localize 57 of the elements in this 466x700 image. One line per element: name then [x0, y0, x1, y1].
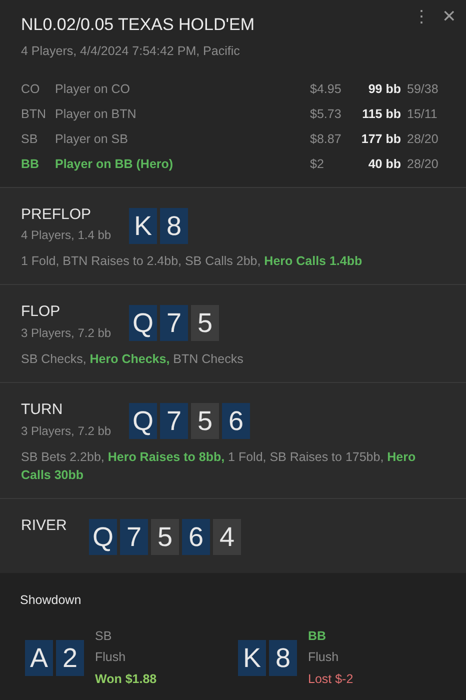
player-stack: $8.87	[310, 130, 342, 148]
playing-card: Q	[89, 518, 117, 555]
player-position: CO	[21, 80, 41, 98]
street-info: 4 Players, 1.4 bb	[21, 227, 112, 244]
player-bb-stack: 99 bb	[367, 80, 402, 98]
street-name: TURN	[21, 400, 64, 420]
player-bb-stack: 115 bb	[361, 106, 402, 123]
playing-card: Q	[129, 403, 157, 439]
playing-card: 7	[120, 518, 148, 555]
playing-card: K	[238, 640, 266, 676]
action-log: SB Bets 2.2bb, Hero Raises to 8bb, 1 Fold, SB Raises to 175bb, Hero Calls 30bb	[21, 448, 417, 484]
hand-summary: 4 Players, 4/4/2024 7:54:42 PM, Pacific	[21, 43, 241, 60]
street-info: 3 Players, 7.2 bb	[21, 324, 112, 342]
player-stats: 59/38	[406, 80, 440, 98]
player-bb-stack: 177 bb	[360, 130, 402, 148]
player-stats: 15/11	[406, 106, 438, 123]
player-position: SB	[95, 628, 113, 644]
hand-rank: Flush	[308, 649, 340, 666]
playing-card: 8	[269, 640, 297, 676]
playing-card: Q	[129, 305, 157, 342]
playing-card: 8	[160, 208, 188, 244]
player-bb-stack: 40 bb	[367, 156, 402, 173]
section-title: Showdown	[20, 592, 82, 609]
playing-card: 2	[56, 640, 84, 676]
player-stack: $2	[310, 156, 325, 173]
street-name: FLOP	[21, 302, 62, 322]
player-position: BB	[21, 156, 40, 173]
playing-card: 6	[182, 518, 210, 555]
player-stats: 28/20	[406, 130, 440, 148]
player-stack: $4.95	[310, 80, 342, 98]
street-name: RIVER	[21, 516, 68, 536]
street-name: PREFLOP	[21, 204, 92, 225]
playing-card: 5	[191, 305, 219, 342]
player-position: SB	[21, 130, 39, 148]
player-stack: $5.73	[310, 106, 342, 123]
player-position: BTN	[21, 106, 47, 123]
playing-card: 7	[160, 403, 188, 439]
player-name: Player on CO	[55, 80, 132, 98]
playing-card: 5	[191, 403, 219, 439]
playing-card: 7	[160, 305, 188, 342]
action-log: 1 Fold, BTN Raises to 2.4bb, SB Calls 2bb, Hero Calls 1.4bb	[21, 253, 364, 270]
hand-result: Lost $-2	[308, 671, 354, 688]
street-info: 3 Players, 7.2 bb	[21, 422, 112, 440]
playing-card: 5	[151, 518, 179, 555]
playing-card: 4	[213, 518, 241, 555]
player-stats: 28/20	[406, 156, 440, 173]
hand-result: Won $1.88	[95, 671, 157, 688]
playing-card: A	[25, 640, 53, 676]
player-position: BB	[308, 628, 328, 644]
action-log: SB Checks, Hero Checks, BTN Checks	[21, 350, 244, 368]
playing-card: K	[129, 208, 157, 244]
player-name: Player on BTN	[55, 106, 138, 123]
player-name: Player on SB	[55, 130, 129, 148]
window-title: NL0.02/0.05 TEXAS HOLD'EM	[21, 14, 254, 36]
playing-card: 6	[222, 403, 250, 439]
hand-rank: Flush	[95, 649, 127, 666]
player-name: Player on BB (Hero)	[55, 156, 174, 173]
